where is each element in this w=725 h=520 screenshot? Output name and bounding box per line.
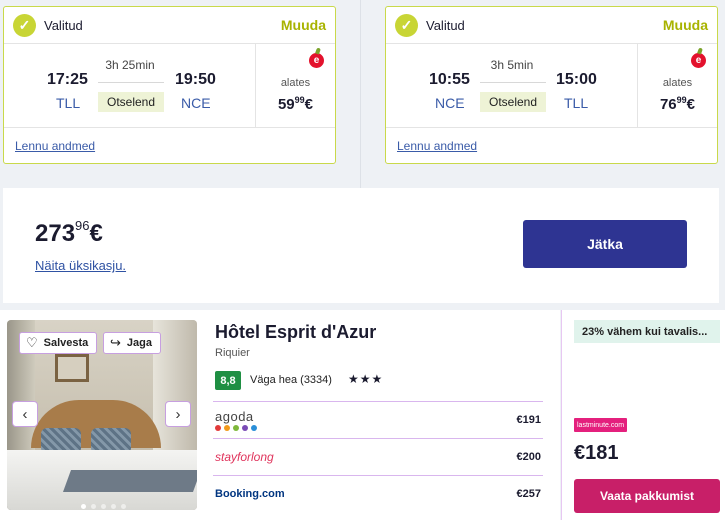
arrival-time: 15:00 (556, 71, 597, 88)
offer-row-agoda[interactable]: agoda €191 (213, 401, 543, 438)
card-header: ✓ Valitud Muuda (4, 7, 335, 44)
rating-text: Väga hea (3334) (250, 374, 332, 386)
price-box: e alates 5999€ (256, 44, 335, 127)
flight-details: 3h 25min 17:25 19:50 TLL NCE Otselend e … (4, 44, 335, 128)
departure-airport: NCE (435, 95, 465, 111)
total-price: 27396€ (35, 218, 103, 248)
duration-line (480, 82, 546, 83)
offer-price: €200 (516, 451, 541, 463)
outbound-flight-card: ✓ Valitud Muuda 3h 25min 17:25 19:50 TLL… (3, 6, 336, 164)
provider-name: stayforlong (215, 450, 274, 464)
photo-dot[interactable] (91, 504, 96, 509)
heart-icon: ♡ (26, 335, 38, 350)
view-deal-button[interactable]: Vaata pakkumist (574, 479, 720, 513)
photo-throw (62, 470, 197, 492)
offer-row-booking[interactable]: Booking.com €257 (213, 475, 543, 512)
price-currency: € (686, 96, 696, 113)
airline-logo-icon: e (309, 53, 324, 68)
route: 3h 25min 17:25 19:50 TLL NCE Otselend (4, 44, 256, 127)
offer-price: €257 (516, 488, 541, 500)
departure-time: 10:55 (429, 71, 470, 88)
photo-dots (81, 504, 126, 509)
total-main: 273 (35, 220, 76, 247)
hotel-result: ♡ Salvesta ↪ Jaga Hôtel Esprit d'Azur Riqu… (0, 310, 725, 520)
flight-details-link[interactable]: Lennu andmed (397, 139, 477, 153)
stops-badge: Otselend (98, 92, 164, 112)
price-main: 76 (659, 96, 677, 113)
from-label: alates (662, 77, 693, 89)
stops-badge: Otselend (480, 92, 546, 112)
flight-price: 7699€ (638, 95, 717, 113)
price-box: e alates 7699€ (638, 44, 717, 127)
change-button[interactable]: Muuda (663, 17, 708, 33)
route: 3h 5min 10:55 15:00 NCE TLL Otselend (386, 44, 638, 127)
price-currency: € (304, 96, 314, 113)
price-cents: 99 (294, 95, 305, 105)
flight-details: 3h 5min 10:55 15:00 NCE TLL Otselend e a… (386, 44, 717, 128)
photo-dot[interactable] (111, 504, 116, 509)
star-rating-icon: ★★★ (348, 372, 384, 386)
share-label: Jaga (126, 337, 152, 349)
card-header: ✓ Valitud Muuda (386, 7, 717, 44)
check-icon: ✓ (13, 13, 36, 37)
agoda-dots-icon (215, 424, 257, 431)
offer-row-stayforlong[interactable]: stayforlong €200 (213, 438, 543, 475)
discount-banner: 23% vähem kui tavalis... (574, 320, 720, 343)
photo-prev-button[interactable]: ‹ (12, 401, 38, 427)
share-button[interactable]: ↪ Jaga (103, 332, 161, 354)
photo-next-button[interactable]: › (165, 401, 191, 427)
price-main: 59 (277, 96, 295, 113)
total-currency: € (89, 220, 103, 247)
flight-duration: 3h 5min (490, 58, 534, 72)
best-deal-panel: 23% vähem kui tavalis... lastminute.com … (561, 310, 725, 520)
duration-line (98, 82, 164, 83)
hotel-area: Riquier (215, 347, 250, 359)
total-cents: 96 (75, 218, 90, 233)
photo-wall-frame (55, 354, 89, 382)
provider-name: agoda (215, 408, 254, 424)
price-cents: 99 (676, 95, 687, 105)
continue-button[interactable]: Jätka (523, 220, 687, 268)
hotel-main: ♡ Salvesta ↪ Jaga Hôtel Esprit d'Azur Riqu… (0, 310, 560, 520)
save-label: Salvesta (43, 337, 89, 349)
arrival-airport: TLL (564, 95, 589, 111)
provider-name: Booking.com (215, 488, 285, 500)
airline-logo-icon: e (691, 53, 706, 68)
agoda-logo: agoda (215, 410, 257, 431)
arrival-airport: NCE (181, 95, 211, 111)
change-button[interactable]: Muuda (281, 17, 326, 33)
provider-badge: lastminute.com (574, 418, 628, 432)
save-button[interactable]: ♡ Salvesta (19, 332, 97, 354)
selected-label: Valitud (44, 17, 83, 33)
flight-duration: 3h 25min (105, 58, 155, 72)
check-icon: ✓ (395, 13, 418, 37)
price-summary: 27396€ Näita üksikasju. Jätka (3, 188, 719, 303)
chevron-left-icon: ‹ (22, 405, 28, 423)
inbound-flight-card: ✓ Valitud Muuda 3h 5min 10:55 15:00 NCE … (385, 6, 718, 164)
from-label: alates (280, 77, 311, 89)
hotel-name[interactable]: Hôtel Esprit d'Azur (215, 322, 376, 343)
arrival-time: 19:50 (175, 71, 216, 88)
score-badge: 8,8 (215, 371, 241, 390)
offer-price: €191 (516, 414, 541, 426)
photo-dot[interactable] (101, 504, 106, 509)
photo-dot[interactable] (121, 504, 126, 509)
flight-price: 5999€ (256, 95, 335, 113)
share-icon: ↪ (110, 335, 121, 350)
flight-details-link[interactable]: Lennu andmed (15, 139, 95, 153)
chevron-right-icon: › (175, 405, 181, 423)
selected-label: Valitud (426, 17, 465, 33)
photo-dot[interactable] (81, 504, 86, 509)
deal-price: €181 (574, 442, 619, 464)
departure-time: 17:25 (47, 71, 88, 88)
show-details-link[interactable]: Näita üksikasju. (35, 258, 126, 273)
departure-airport: TLL (56, 95, 81, 111)
column-divider (360, 0, 361, 188)
